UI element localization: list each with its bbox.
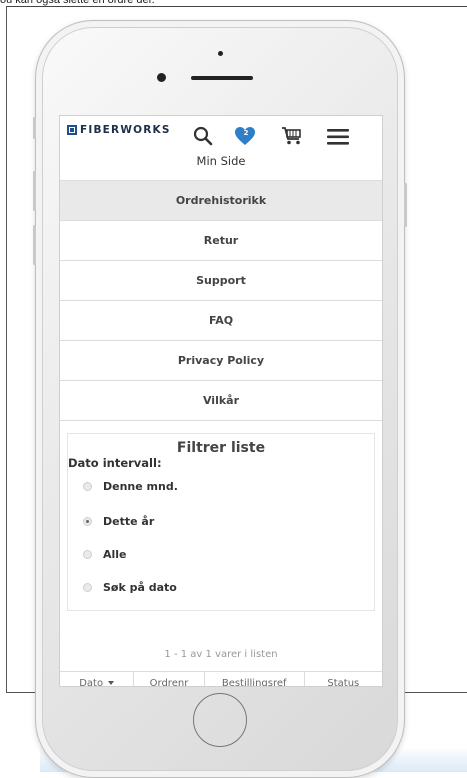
filter-option-label: Dette år [103,515,155,528]
column-header-label: Ordrenr [149,677,189,687]
heart-icon[interactable]: 2 [234,126,256,150]
radio-button[interactable] [83,550,92,559]
page-title: Min Side [196,154,246,168]
menu-item-privacy-policy[interactable]: Privacy Policy [60,340,382,380]
column-header-bestillingsref[interactable]: Bestillingsref [205,672,305,687]
phone-volume-down [33,225,36,265]
filter-option-sok-pa-dato[interactable]: Søk på dato [83,581,177,594]
phone-screen: FIBERWORKS 2 Min Side Ordrehistorikk Ret… [59,115,383,687]
cart-icon[interactable] [281,126,303,150]
menu-item-support[interactable]: Support [60,260,382,300]
radio-button[interactable] [83,583,92,592]
phone-home-button[interactable] [193,693,247,747]
filter-option-alle[interactable]: Alle [83,548,127,561]
column-header-status[interactable]: Status [305,672,382,687]
phone-silent-switch [33,117,36,139]
filter-option-label: Alle [103,548,127,561]
sort-caret-icon [108,681,115,685]
frame-border-top [6,6,467,7]
filter-title: Filtrer liste [176,440,266,456]
wishlist-count-badge: 2 [243,129,249,137]
order-table-header: Dato Ordrenr Bestillingsref Status [60,671,382,687]
search-icon[interactable] [193,126,213,150]
frame-border-left [6,6,7,692]
earpiece-speaker [191,76,253,80]
radio-button[interactable] [83,482,92,491]
filter-panel: Filtrer liste Dato intervall: Denne mnd.… [67,433,375,611]
account-menu: Ordrehistorikk Retur Support FAQ Privacy… [60,180,382,421]
logo-text: FIBERWORKS [80,124,171,136]
results-count: 1 - 1 av 1 varer i listen [164,649,278,660]
column-header-dato[interactable]: Dato [60,672,135,687]
column-header-label: Status [327,677,360,687]
phone-volume-up [33,171,36,211]
phone-power-button [404,183,407,227]
filter-option-denne-mnd[interactable]: Denne mnd. [83,480,178,493]
fiberworks-logo[interactable]: FIBERWORKS [67,124,171,136]
menu-item-faq[interactable]: FAQ [60,300,382,340]
date-interval-label: Dato intervall: [68,456,162,470]
column-header-label: Bestillingsref [221,677,287,687]
phone-mockup: FIBERWORKS 2 Min Side Ordrehistorikk Ret… [33,20,407,778]
site-header: FIBERWORKS 2 Min Side [60,116,382,180]
menu-item-ordrehistorikk[interactable]: Ordrehistorikk [60,180,382,220]
logo-mark-icon [67,125,77,135]
radio-button-selected[interactable] [83,517,92,526]
hamburger-menu-icon[interactable] [327,129,349,149]
menu-item-retur[interactable]: Retur [60,220,382,260]
proximity-sensor [218,51,223,56]
filter-option-label: Søk på dato [103,581,177,594]
filter-option-label: Denne mnd. [103,480,178,493]
column-header-ordrenr[interactable]: Ordrenr [134,672,205,687]
front-camera [157,73,166,82]
menu-item-vilkar[interactable]: Vilkår [60,380,382,421]
filter-option-dette-ar[interactable]: Dette år [83,515,154,528]
column-header-label: Dato [79,677,104,687]
